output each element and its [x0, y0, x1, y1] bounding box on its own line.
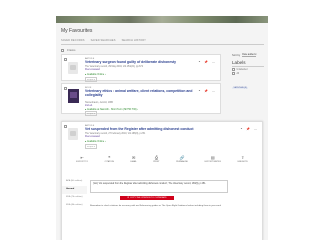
labels-heading: Labels	[232, 60, 246, 65]
citation-style-item[interactable]: APA (6th edition)	[62, 178, 87, 186]
availability-link[interactable]: ● Available Online ›	[85, 140, 106, 143]
page-title: My Favourites	[61, 28, 93, 34]
record-actions: ❝ 📌 ⋯	[241, 127, 257, 131]
select-all-checkbox[interactable]	[61, 49, 64, 52]
citation-style-item-selected[interactable]: Harvard	[62, 186, 87, 194]
expanded-record-header[interactable]: ARTICLE Vet suspended from the Register …	[62, 122, 262, 150]
record-card[interactable]: BOOK Veterinary ethics : animal welfare,…	[61, 83, 221, 116]
peer-reviewed-badge: Peer-reviewed	[85, 135, 100, 138]
record-actions: ❝ 📌 ⋯	[199, 60, 215, 64]
export-icon: ⇤	[80, 155, 84, 160]
record-meta: Tannenbaum, Jerrold, 1995	[85, 101, 113, 104]
expanded-record-panel: ARTICLE Vet suspended from the Register …	[61, 121, 263, 240]
peer-reviewed-badge: Peer-reviewed	[85, 68, 100, 71]
tab-saved-records[interactable]: SAVED RECORDS	[61, 39, 85, 42]
unlabelled-row[interactable]: Unlabelled	[232, 68, 264, 71]
edition-label: 2nd ed.	[85, 104, 93, 107]
record-title[interactable]: Veterinary surgeon found guilty of delib…	[85, 60, 197, 65]
send-to-action-bar: ⇤ EXPORT TO ❝ CITATION ✉ EMAIL ⎙ PRINT 🔗…	[68, 155, 256, 163]
all-labels-checkbox[interactable]	[232, 72, 235, 75]
quote-icon[interactable]: ❝	[199, 60, 201, 64]
citation-style-list: APA (6th edition) Harvard MLA (7th editi…	[62, 178, 87, 210]
endnote-button[interactable]: ⇪ ENDNOTE	[238, 155, 248, 163]
select-all-label: 0 items	[67, 49, 76, 52]
record-checkbox[interactable]	[63, 87, 67, 90]
pin-icon[interactable]: 📌	[246, 127, 250, 131]
print-button[interactable]: ⎙ PRINT	[153, 155, 159, 163]
record-meta: The Veterinary record, 29 May 2004, Vol.…	[85, 65, 143, 68]
more-icon[interactable]: ⋯	[212, 60, 215, 64]
export-to-button[interactable]: ⇤ EXPORT TO	[76, 155, 88, 163]
email-icon: ✉	[131, 155, 136, 160]
article-thumbnail-icon	[68, 128, 78, 140]
header-banner-image	[56, 16, 268, 23]
copy-citation-button[interactable]: ⧉ COPY THE CITATION TO CLIPBOARD	[120, 196, 174, 200]
quote-icon[interactable]: ❝	[199, 89, 201, 93]
copy-icon: ⧉	[127, 197, 129, 199]
citation-style-item[interactable]: MLA (8th edition)	[62, 202, 87, 210]
quote-icon[interactable]: ❝	[241, 127, 243, 131]
export-bibtex-button[interactable]: ▤ EXPORT BIBTEX	[205, 155, 221, 163]
tab-search-history[interactable]: SEARCH HISTORY	[122, 39, 146, 42]
labels-divider	[232, 66, 264, 67]
sort-by: Sort by Date added ▾	[232, 53, 264, 57]
record-meta: The Veterinary record, 27 February 2010,…	[85, 132, 146, 135]
email-button[interactable]: ✉ EMAIL	[131, 155, 137, 163]
sort-label: Sort by	[232, 53, 241, 57]
availability-link[interactable]: ● Available Online ›	[85, 73, 106, 76]
link-icon: 🔗	[179, 155, 185, 160]
citation-note: Remember to check citations for accuracy…	[90, 205, 221, 207]
tabs-divider	[61, 44, 264, 45]
endnote-icon: ⇪	[240, 155, 245, 160]
record-checkbox[interactable]	[63, 125, 67, 128]
record-card[interactable]: ARTICLE Veterinary surgeon found guilty …	[61, 54, 221, 82]
quote-icon: ❝	[108, 155, 111, 160]
label-tag[interactable]: no.pre ▾	[85, 77, 97, 82]
more-icon[interactable]: ⋯	[212, 89, 215, 93]
favourites-page: My Favourites SAVED RECORDS SAVED SEARCH…	[56, 23, 268, 240]
more-icon[interactable]: ⋯	[254, 127, 257, 131]
label-chip[interactable]: VETETHIS (3)	[232, 86, 249, 90]
label-tag[interactable]: no.pre ▾	[85, 111, 97, 116]
citation-text-box[interactable]: (Vet) 'Vet suspended from the Register a…	[90, 180, 228, 193]
all-labels-row[interactable]: All	[232, 72, 264, 75]
article-thumbnail-icon	[68, 62, 78, 74]
right-sidebar: Sort by Date added ▾ Labels Unlabelled A…	[232, 53, 264, 93]
tab-saved-searches[interactable]: SAVED SEARCHES	[91, 39, 116, 42]
record-actions: ❝ 📌 ⋯	[199, 89, 215, 93]
permalink-button[interactable]: 🔗 PERMALINK	[176, 155, 188, 163]
label-tag[interactable]: no.pre ▾	[85, 144, 97, 149]
record-title[interactable]: Vet suspended from the Register after ad…	[85, 127, 225, 132]
unlabelled-checkbox[interactable]	[232, 68, 235, 71]
sort-select[interactable]: Date added ▾	[242, 53, 257, 57]
record-title[interactable]: Veterinary ethics : animal welfare, clie…	[85, 89, 197, 98]
select-all-row: 0 items	[61, 49, 75, 52]
citation-style-item[interactable]: MLA (7th edition)	[62, 194, 87, 202]
book-cover-thumbnail	[68, 89, 79, 103]
record-checkbox[interactable]	[63, 58, 67, 61]
pin-icon[interactable]: 📌	[204, 89, 208, 93]
pin-icon[interactable]: 📌	[204, 60, 208, 64]
bibtex-icon: ▤	[210, 155, 215, 160]
print-icon: ⎙	[154, 155, 159, 160]
tabs: SAVED RECORDS SAVED SEARCHES SEARCH HIST…	[61, 39, 146, 42]
citation-button[interactable]: ❝ CITATION	[105, 155, 114, 163]
